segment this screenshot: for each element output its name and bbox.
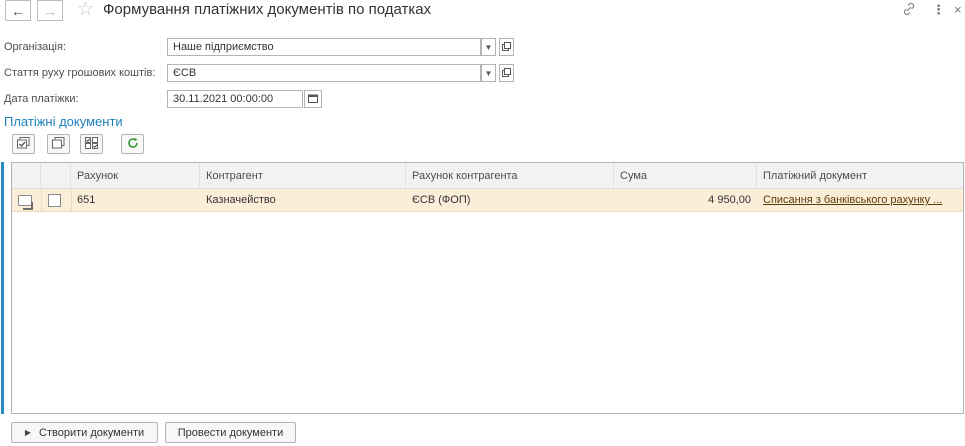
uncheck-all-icon xyxy=(52,136,65,152)
arrow-left-icon: ← xyxy=(11,2,25,19)
invert-selection-button[interactable] xyxy=(80,134,103,154)
document-icon xyxy=(18,195,32,206)
open-icon xyxy=(502,67,511,79)
column-header-payment-document[interactable]: Платіжний документ xyxy=(757,163,963,189)
play-icon: ▶ xyxy=(24,428,32,437)
uncheck-all-button[interactable] xyxy=(47,134,70,154)
organization-dropdown-button[interactable]: ▼ xyxy=(481,38,496,56)
star-icon[interactable]: ☆ xyxy=(77,0,94,20)
table-header: Рахунок Контрагент Рахунок контрагента С… xyxy=(12,163,963,189)
column-header-counterparty-account[interactable]: Рахунок контрагента xyxy=(406,163,614,189)
row-checkbox[interactable] xyxy=(48,194,61,207)
back-button[interactable]: ← xyxy=(5,0,31,21)
cell-counterparty-account: ЄСВ (ФОП) xyxy=(412,194,471,206)
post-documents-button[interactable]: Провести документи xyxy=(165,422,296,443)
section-accent-bar xyxy=(1,162,4,414)
invert-selection-icon xyxy=(85,136,98,152)
cell-counterparty: Казначейство xyxy=(206,194,276,206)
table-row[interactable]: 651 Казначейство ЄСВ (ФОП) 4 950,00 Спис… xyxy=(12,189,963,212)
refresh-button[interactable] xyxy=(121,134,144,154)
calendar-button[interactable] xyxy=(304,90,322,108)
payment-documents-table: Рахунок Контрагент Рахунок контрагента С… xyxy=(11,162,964,414)
cell-sum: 4 950,00 xyxy=(708,194,751,206)
payment-date-field[interactable]: 30.11.2021 00:00:00 xyxy=(167,90,303,108)
header-icon-column xyxy=(12,163,41,189)
column-separator xyxy=(41,189,42,212)
column-header-sum[interactable]: Сума xyxy=(614,163,757,189)
chevron-down-icon: ▼ xyxy=(484,68,493,78)
title-bar: ← → ☆ Формування платіжних документів по… xyxy=(0,0,965,22)
forward-button[interactable]: → xyxy=(37,0,63,21)
check-all-icon xyxy=(17,136,30,152)
arrow-right-icon: → xyxy=(43,2,57,19)
section-title: Платіжні документи xyxy=(4,114,123,129)
close-icon[interactable]: × xyxy=(954,2,962,17)
cashflow-item-field[interactable]: ЄСВ xyxy=(167,64,481,82)
payment-date-label: Дата платіжки: xyxy=(4,93,79,105)
cashflow-item-label: Стаття руху грошових коштів: xyxy=(4,67,156,79)
page-title: Формування платіжних документів по подат… xyxy=(103,1,432,18)
column-header-counterparty[interactable]: Контрагент xyxy=(200,163,406,189)
more-vertical-icon[interactable]: ⋮ xyxy=(932,2,945,18)
header-check-column xyxy=(41,163,71,189)
cashflow-item-open-button[interactable] xyxy=(499,64,514,82)
select-all-button[interactable] xyxy=(12,134,35,154)
calendar-icon xyxy=(308,94,318,105)
organization-label: Організація: xyxy=(4,41,66,53)
refresh-icon xyxy=(127,137,139,152)
open-icon xyxy=(502,41,511,53)
cell-account: 651 xyxy=(77,194,96,206)
cell-payment-document-link[interactable]: Списання з банківського рахунку ... xyxy=(757,189,961,212)
chevron-down-icon: ▼ xyxy=(484,42,493,52)
post-documents-label: Провести документи xyxy=(177,426,284,439)
create-documents-button[interactable]: ▶ Створити документи xyxy=(11,422,158,443)
column-header-account[interactable]: Рахунок xyxy=(71,163,200,189)
organization-open-button[interactable] xyxy=(499,38,514,56)
link-icon[interactable] xyxy=(902,2,916,19)
create-documents-label: Створити документи xyxy=(39,426,145,439)
cashflow-item-dropdown-button[interactable]: ▼ xyxy=(481,64,496,82)
organization-field[interactable]: Наше підприємство xyxy=(167,38,481,56)
